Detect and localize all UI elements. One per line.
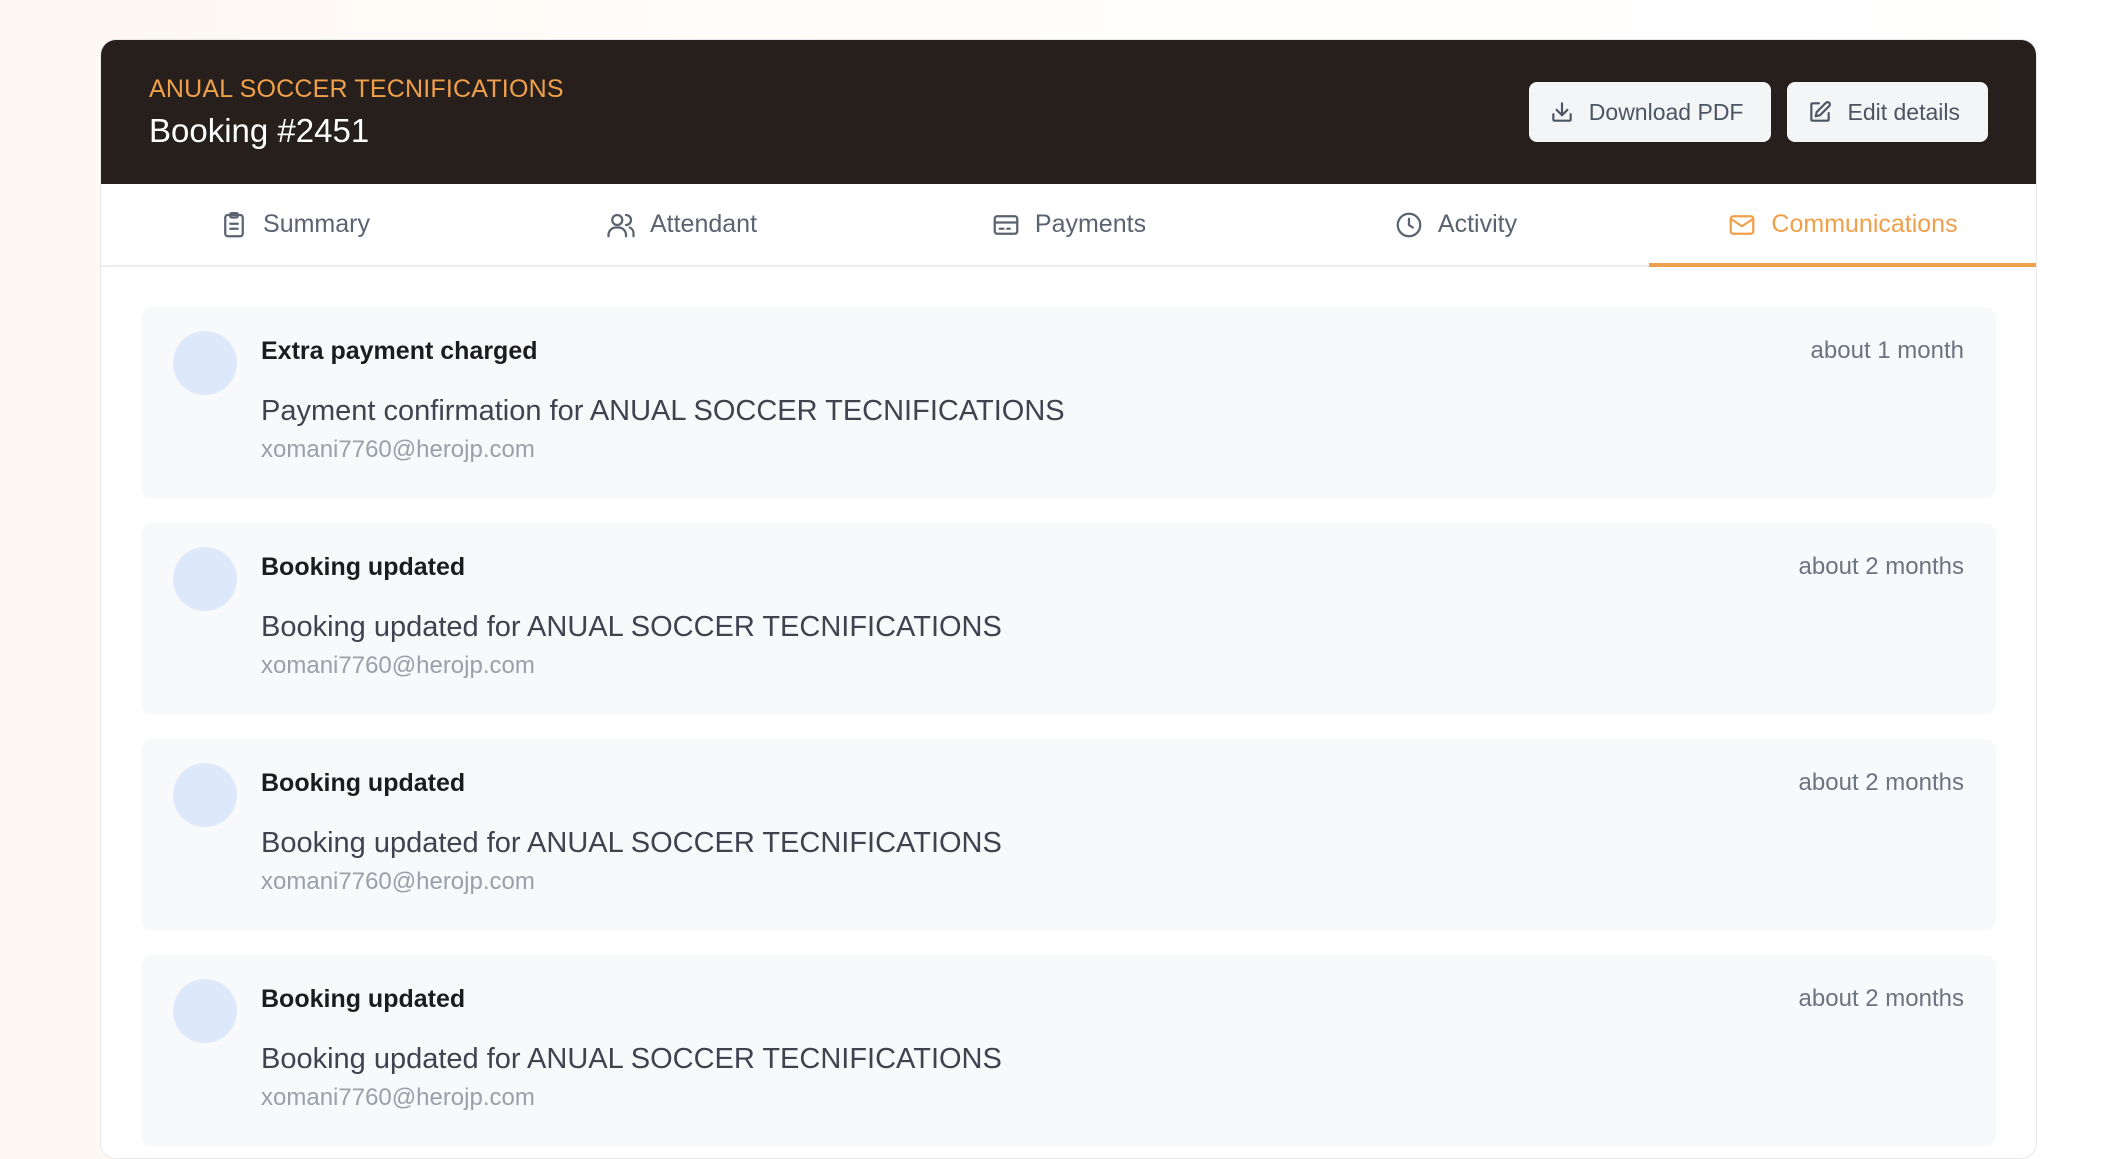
item-email: xomani7760@herojp.com: [261, 436, 535, 463]
item-header: Booking updated about 2 months: [261, 981, 1964, 1017]
list-item[interactable]: Booking updated about 2 months Booking u…: [141, 955, 1996, 1147]
item-timestamp: about 2 months: [1798, 769, 1964, 796]
tab-bar: Summary Attendant Payments Activity Comm…: [101, 184, 2036, 267]
item-subject: Booking updated for ANUAL SOCCER TECNIFI…: [261, 827, 1002, 859]
tab-communications[interactable]: Communications: [1649, 184, 2036, 267]
list-item[interactable]: Booking updated about 2 months Booking u…: [141, 523, 1996, 715]
tab-payments-label: Payments: [1034, 210, 1147, 238]
tab-activity-label: Activity: [1437, 210, 1518, 238]
download-icon: [1552, 102, 1572, 122]
avatar: [173, 763, 237, 827]
list-item[interactable]: Extra payment charged about 1 month Paym…: [141, 307, 1996, 499]
avatar: [173, 331, 237, 395]
avatar: [173, 979, 237, 1043]
tab-activity[interactable]: Activity: [1262, 184, 1649, 265]
item-title: Booking updated: [261, 984, 466, 1013]
clock-icon: [1396, 212, 1422, 237]
tab-attendant[interactable]: Attendant: [488, 184, 875, 265]
item-title: Extra payment charged: [261, 336, 538, 365]
booking-card: ANUAL SOCCER TECNIFICATIONS Booking #245…: [100, 39, 2037, 1159]
edit-icon: [1810, 101, 1832, 122]
item-email: xomani7760@herojp.com: [261, 1084, 535, 1111]
item-timestamp: about 2 months: [1798, 985, 1964, 1012]
item-email: xomani7760@herojp.com: [261, 652, 535, 679]
clipboard-icon: [224, 211, 244, 237]
item-email: xomani7760@herojp.com: [261, 868, 535, 895]
event-name: ANUAL SOCCER TECNIFICATIONS: [149, 74, 564, 103]
item-header: Extra payment charged about 1 month: [261, 333, 1964, 369]
tab-summary[interactable]: Summary: [101, 184, 488, 265]
tab-summary-label: Summary: [263, 210, 370, 238]
item-timestamp: about 1 month: [1810, 337, 1964, 364]
page-title: Booking #2451: [149, 111, 370, 149]
edit-details-label: Edit details: [1847, 98, 1960, 125]
download-pdf-label: Download PDF: [1588, 98, 1744, 125]
mail-icon: [1730, 214, 1755, 235]
users-icon: [607, 213, 635, 237]
download-pdf-button[interactable]: Download PDF: [1528, 82, 1772, 142]
item-timestamp: about 2 months: [1798, 553, 1964, 580]
header-titles: ANUAL SOCCER TECNIFICATIONS Booking #245…: [149, 75, 564, 150]
edit-details-button[interactable]: Edit details: [1787, 82, 1988, 142]
booking-header: ANUAL SOCCER TECNIFICATIONS Booking #245…: [101, 40, 2036, 184]
item-subject: Booking updated for ANUAL SOCCER TECNIFI…: [261, 1043, 1002, 1075]
item-title: Booking updated: [261, 552, 466, 581]
item-title: Booking updated: [261, 768, 466, 797]
tab-payments[interactable]: Payments: [875, 184, 1262, 265]
tab-attendant-label: Attendant: [649, 210, 758, 238]
list-item[interactable]: Booking updated about 2 months Booking u…: [141, 739, 1996, 931]
item-subject: Payment confirmation for ANUAL SOCCER TE…: [261, 395, 1065, 427]
avatar: [173, 547, 237, 611]
item-header: Booking updated about 2 months: [261, 765, 1964, 801]
credit-card-icon: [993, 214, 1019, 235]
item-header: Booking updated about 2 months: [261, 549, 1964, 585]
communications-list: Extra payment charged about 1 month Paym…: [101, 267, 2036, 1147]
item-subject: Booking updated for ANUAL SOCCER TECNIFI…: [261, 611, 1002, 643]
tab-communications-label: Communications: [1771, 210, 1958, 238]
header-actions: Download PDF Edit details: [1528, 82, 1988, 142]
